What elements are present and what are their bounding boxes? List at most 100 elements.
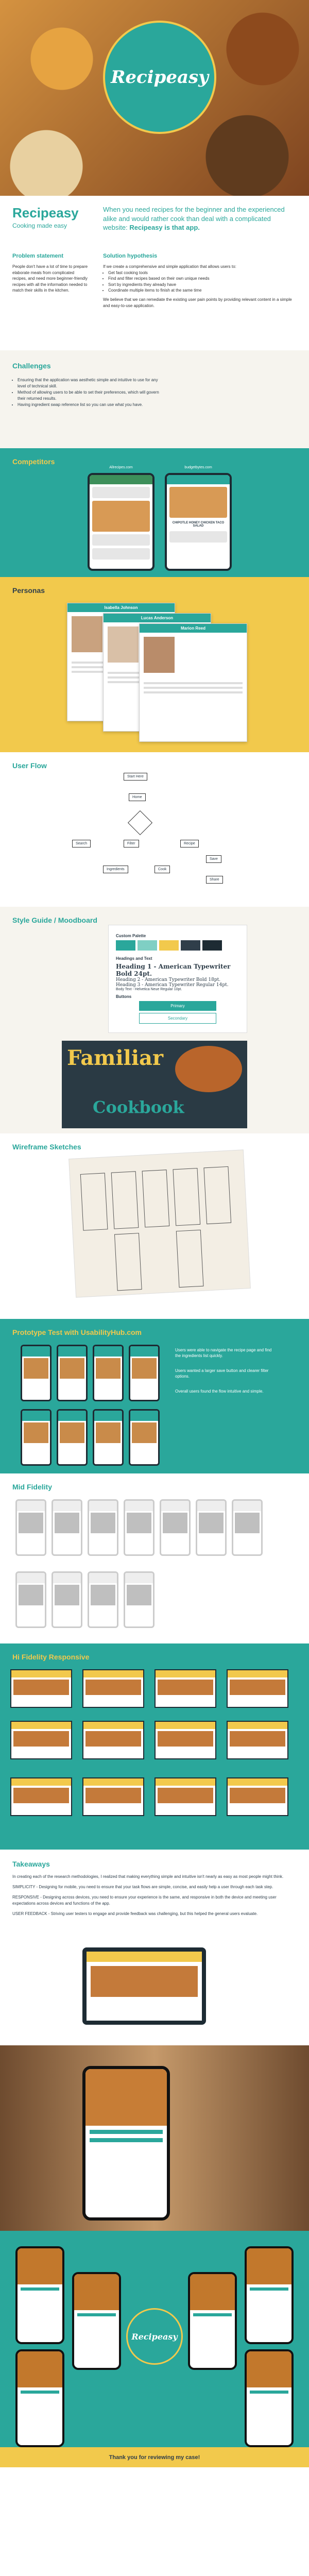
primary-button-sample[interactable]: Primary: [139, 1001, 216, 1011]
app-logo: Recipeasy: [111, 67, 209, 88]
text-line: [250, 2287, 288, 2291]
phone-row: [92, 548, 150, 560]
screen-header: [197, 1501, 225, 1511]
midfi-screen: [52, 1499, 82, 1556]
intro-lead: When you need recipes for the beginner a…: [103, 205, 294, 232]
text-line: [21, 2391, 59, 2394]
screen-image: [91, 1513, 115, 1533]
midfi-screen: [15, 1499, 46, 1556]
screen-image: [127, 1513, 151, 1533]
problem-statement: Problem statement People don't have a lo…: [12, 252, 90, 294]
screen-image: [163, 1513, 187, 1533]
color-swatch: [116, 940, 135, 951]
sketch-frame: [142, 1170, 170, 1228]
takeaways-section: Takeaways In creating each of the resear…: [0, 1850, 309, 2045]
screen-header: [233, 1501, 261, 1511]
phone-row: [169, 531, 227, 543]
screen-header: [94, 1411, 122, 1421]
laptop-screen: [87, 1952, 202, 2021]
screen-header: [228, 1722, 287, 1729]
screen-header: [228, 1778, 287, 1786]
screen-image: [19, 1585, 43, 1605]
flow-node: Share: [206, 876, 223, 884]
challenges-title: Challenges: [12, 362, 51, 370]
sketch-frame: [80, 1173, 108, 1231]
screen-header: [83, 1670, 143, 1677]
persona-photo: [108, 626, 139, 663]
moodboard-word: Familiar: [67, 1046, 164, 1070]
hero-section: Recipeasy: [0, 0, 309, 196]
competitor-phone: [88, 473, 154, 571]
final-phone-screen: [188, 2272, 237, 2370]
phone-row: [92, 534, 150, 546]
screen-image: [247, 2351, 291, 2387]
takeaways-title: Takeaways: [12, 1860, 50, 1868]
flow-node: Cook: [154, 866, 170, 873]
sketch-frame: [114, 1233, 142, 1291]
screen-header: [89, 1573, 117, 1583]
solution-item: Coordinate multiple items to finish at t…: [108, 287, 294, 294]
flow-node: Search: [72, 840, 91, 848]
midfi-screen: [88, 1571, 118, 1628]
screen-image: [91, 1966, 198, 1997]
wireframe-sketches-section: Wireframe Sketches: [0, 1133, 309, 1319]
text-line: [193, 2313, 232, 2316]
hi-fidelity-section: Hi Fidelity Responsive: [0, 1643, 309, 1850]
screen-image: [13, 1731, 69, 1747]
intro-lead-emphasis: Recipeasy is that app.: [129, 224, 200, 232]
hifi-desktop-screen: [227, 1777, 288, 1816]
takeaways-intro: In creating each of the research methodo…: [12, 1874, 284, 1879]
sketch-frame: [176, 1229, 204, 1288]
screen-image: [85, 1731, 141, 1747]
screen-image: [19, 1513, 43, 1533]
sketch-paper: [68, 1149, 251, 1298]
screen-image: [74, 2274, 119, 2310]
hifi-desktop-screen: [227, 1669, 288, 1708]
screen-image: [158, 1788, 213, 1803]
screen-image: [230, 1788, 285, 1803]
hifi-desktop-screen: [82, 1777, 144, 1816]
gallery-logo-badge: Recipeasy: [126, 2308, 183, 2365]
screen-image: [235, 1513, 260, 1533]
screen-image: [55, 1513, 79, 1533]
screen-header: [156, 1778, 215, 1786]
intro-section: Recipeasy Cooking made easy When you nee…: [0, 196, 309, 350]
screen-image: [13, 1680, 69, 1695]
sketches-title: Wireframe Sketches: [12, 1143, 81, 1151]
style-guide-section: Style Guide / Moodboard Custom Palette H…: [0, 907, 309, 1133]
midfi-screen: [15, 1571, 46, 1628]
phone-header: [90, 475, 152, 484]
flow-node: Save: [206, 855, 221, 863]
screen-image: [158, 1731, 213, 1747]
screen-image: [132, 1358, 157, 1379]
midfi-screen: [52, 1571, 82, 1628]
final-phone-screen: [15, 2349, 64, 2447]
sketch-frame: [203, 1166, 232, 1225]
midfi-screen: [124, 1571, 154, 1628]
screen-header: [11, 1778, 71, 1786]
screen-header: [125, 1573, 153, 1583]
challenge-item: Ensuring that the application was aesthe…: [18, 377, 167, 389]
prototype-screen: [93, 1345, 124, 1401]
screen-header: [125, 1501, 153, 1511]
personas-section: Personas Isabella Johnson Lucas Anderson…: [0, 577, 309, 752]
screen-image: [60, 1422, 84, 1443]
screen-header: [53, 1573, 81, 1583]
competitor-banner: CHIPOTLE HONEY CHICKEN TACO SALAD: [172, 521, 225, 528]
screen-header: [22, 1346, 50, 1357]
prototype-title: Prototype Test with UsabilityHub.com: [12, 1328, 142, 1336]
screen-header: [89, 1501, 117, 1511]
logo-badge: Recipeasy: [103, 21, 216, 134]
screen-image: [127, 1585, 151, 1605]
screen-image: [158, 1680, 213, 1695]
midfi-screen: [232, 1499, 263, 1556]
secondary-button-sample[interactable]: Secondary: [139, 1013, 216, 1024]
solution-title: Solution hypothesis: [103, 253, 158, 259]
color-swatch: [159, 940, 179, 951]
challenge-item: Method of allowing users to be able to s…: [18, 389, 167, 402]
phone-in-hand: [82, 2066, 170, 2221]
screen-header: [53, 1501, 81, 1511]
screen-image: [91, 1585, 115, 1605]
body-sample: Body Text - Helvetica Neue Regular 10pt.: [116, 988, 182, 991]
thanks-text: Thank you for reviewing my case!: [109, 2454, 200, 2461]
